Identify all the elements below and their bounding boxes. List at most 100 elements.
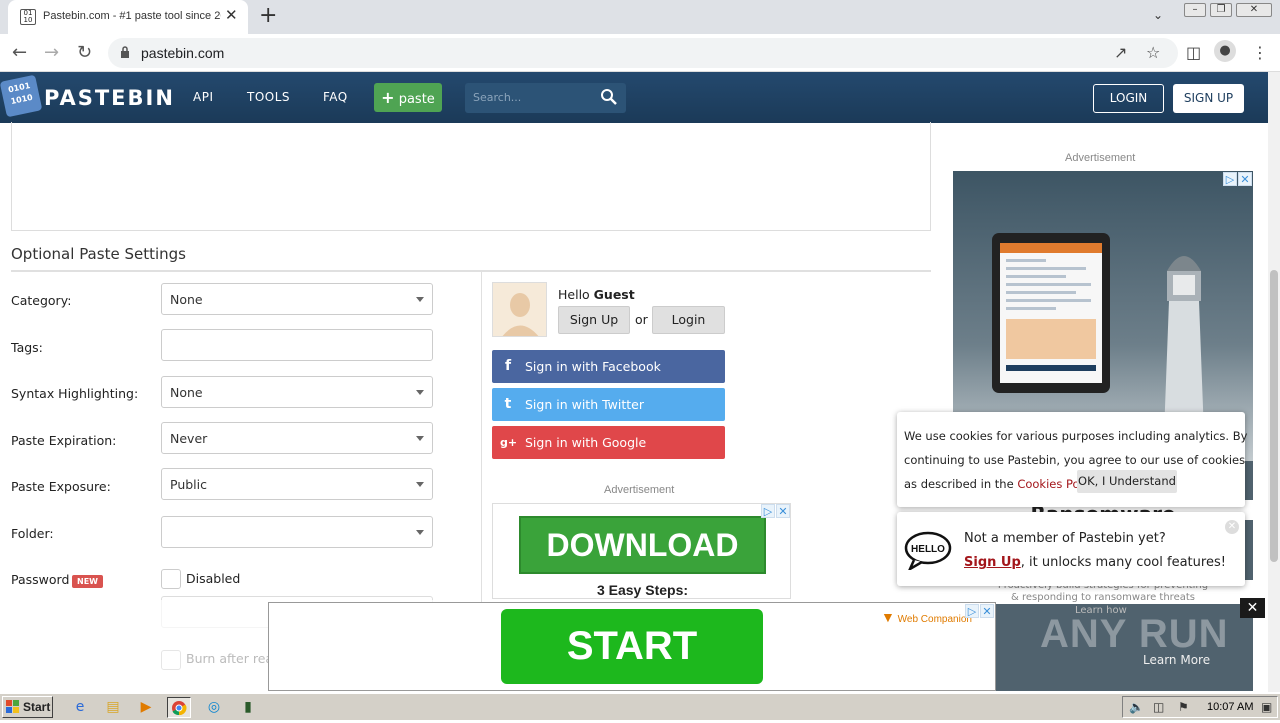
google-signin-button[interactable]: g+ Sign in with Google bbox=[492, 426, 725, 459]
share-icon[interactable]: ↗ bbox=[1114, 43, 1127, 62]
facebook-icon: f bbox=[504, 358, 512, 374]
clock: 10:07 AM bbox=[1207, 701, 1254, 713]
expiration-select[interactable]: Never bbox=[161, 422, 433, 454]
minimize-button[interactable]: – bbox=[1184, 3, 1206, 17]
profile-icon[interactable]: ● bbox=[1214, 40, 1236, 62]
network-icon[interactable]: ◫ bbox=[1153, 700, 1164, 714]
show-desktop-icon[interactable]: ▣ bbox=[1261, 700, 1272, 714]
twitter-icon: t bbox=[504, 396, 512, 412]
window-close-button[interactable]: ✕ bbox=[1236, 3, 1272, 17]
pastebin-logo-icon[interactable]: 0101 1010 bbox=[0, 74, 43, 118]
overlay-close-button[interactable]: ✕ bbox=[1240, 598, 1265, 618]
twitter-signin-button[interactable]: t Sign in with Twitter bbox=[492, 388, 725, 421]
ad-download-button[interactable]: DOWNLOAD bbox=[519, 516, 766, 574]
category-value: None bbox=[170, 292, 203, 307]
search-placeholder: Search... bbox=[473, 91, 522, 104]
exposure-select[interactable]: Public bbox=[161, 468, 433, 500]
app-icon[interactable]: ▮ bbox=[236, 697, 260, 718]
member-signup-link[interactable]: Sign Up bbox=[964, 555, 1021, 570]
back-icon[interactable]: ← bbox=[12, 42, 27, 63]
paste-textarea[interactable] bbox=[11, 122, 931, 231]
reload-icon[interactable]: ↻ bbox=[77, 42, 92, 63]
nav-tools[interactable]: TOOLS bbox=[247, 90, 290, 104]
member-line1: Not a member of Pastebin yet? bbox=[964, 531, 1166, 546]
member-close-icon[interactable]: ✕ bbox=[1225, 520, 1239, 534]
restore-button[interactable]: ❐ bbox=[1210, 3, 1232, 17]
address-bar[interactable]: pastebin.com bbox=[108, 38, 1178, 68]
tablet-line bbox=[1006, 283, 1091, 286]
page-scrollbar[interactable] bbox=[1268, 72, 1280, 692]
google-plus-icon: g+ bbox=[500, 436, 518, 449]
twitter-signin-label: Sign in with Twitter bbox=[525, 397, 644, 412]
expiration-label: Paste Expiration: bbox=[11, 433, 117, 448]
guest-signup-button[interactable]: Sign Up bbox=[558, 306, 630, 334]
volume-icon[interactable]: 🔈 bbox=[1129, 700, 1144, 714]
star-icon[interactable]: ☆ bbox=[1146, 43, 1160, 62]
new-tab-button[interactable]: + bbox=[259, 3, 277, 28]
ad-start-button[interactable]: START bbox=[501, 609, 763, 684]
plus-icon: + bbox=[381, 88, 395, 107]
tab-title: Pastebin.com - #1 paste tool since 2002! bbox=[43, 10, 221, 22]
url-text: pastebin.com bbox=[141, 45, 225, 61]
nav-faq[interactable]: FAQ bbox=[323, 90, 348, 104]
ad-learn-more[interactable]: Learn More bbox=[1143, 653, 1210, 667]
syntax-label: Syntax Highlighting: bbox=[11, 386, 139, 401]
flag-icon[interactable]: ⚑ bbox=[1178, 700, 1189, 714]
site-logo-text[interactable]: PASTEBIN bbox=[44, 86, 175, 110]
hello-bubble-text: HELLO bbox=[911, 544, 945, 555]
dropdown-arrow-icon bbox=[416, 297, 424, 302]
member-line2-text: , it unlocks many cool features! bbox=[1020, 555, 1226, 570]
start-button[interactable]: Start bbox=[2, 696, 53, 718]
member-prompt: HELLO Not a member of Pastebin yet? Sign… bbox=[897, 512, 1245, 586]
browser-tab[interactable]: 01 10 Pastebin.com - #1 paste tool since … bbox=[8, 0, 248, 34]
ad-close-icon[interactable]: ✕ bbox=[980, 604, 994, 618]
chrome-icon[interactable] bbox=[167, 697, 191, 718]
media-icon[interactable]: ▶ bbox=[134, 697, 158, 718]
adchoices-icon[interactable]: ▷ bbox=[761, 504, 775, 518]
adchoices-icon[interactable]: ▷ bbox=[1223, 172, 1237, 186]
edge-icon[interactable]: ◎ bbox=[202, 697, 226, 718]
burn-checkbox[interactable] bbox=[161, 650, 181, 670]
header-login-button[interactable]: LOGIN bbox=[1093, 84, 1164, 113]
menu-icon[interactable]: ⋮ bbox=[1252, 43, 1268, 62]
category-select[interactable]: None bbox=[161, 283, 433, 315]
cookie-accept-button[interactable]: OK, I Understand bbox=[1077, 470, 1177, 493]
guest-avatar-icon bbox=[493, 283, 546, 336]
scrollbar-thumb[interactable] bbox=[1270, 270, 1278, 562]
new-paste-button[interactable]: + paste bbox=[374, 83, 442, 112]
search-icon[interactable] bbox=[600, 88, 618, 106]
tablet-line bbox=[1006, 267, 1086, 270]
tablet-footer bbox=[1006, 365, 1096, 371]
tab-close-icon[interactable]: ✕ bbox=[225, 6, 238, 24]
paste-label: paste bbox=[398, 92, 435, 107]
category-label: Category: bbox=[11, 293, 72, 308]
bottom-overlay-ad[interactable]: START ▼ Web Companion ▷ ✕ bbox=[268, 602, 996, 691]
nav-api[interactable]: API bbox=[193, 90, 213, 104]
tablet-line bbox=[1006, 259, 1046, 262]
facebook-signin-button[interactable]: f Sign in with Facebook bbox=[492, 350, 725, 383]
folder-label: Folder: bbox=[11, 526, 54, 541]
tags-input[interactable] bbox=[161, 329, 433, 361]
divider bbox=[11, 270, 931, 272]
forward-icon[interactable]: → bbox=[44, 42, 59, 63]
web-companion-text: Web Companion bbox=[897, 614, 972, 625]
folder-select[interactable] bbox=[161, 516, 433, 548]
sidebar-icon[interactable]: ◫ bbox=[1186, 43, 1201, 62]
adchoices-icon[interactable]: ▷ bbox=[965, 604, 979, 618]
web-companion-logo: ▼ Web Companion bbox=[881, 609, 972, 625]
search-input[interactable]: Search... bbox=[465, 83, 626, 113]
syntax-select[interactable]: None bbox=[161, 376, 433, 408]
explorer-icon[interactable]: ▤ bbox=[101, 697, 125, 718]
ad-close-icon[interactable]: ✕ bbox=[1238, 172, 1252, 186]
web-companion-icon: ▼ bbox=[881, 609, 895, 625]
download-ad[interactable]: DOWNLOAD 3 Easy Steps: ▷ ✕ bbox=[492, 503, 791, 599]
advertisement-label: Advertisement bbox=[604, 484, 675, 496]
guest-login-button[interactable]: Login bbox=[652, 306, 725, 334]
ad-close-icon[interactable]: ✕ bbox=[776, 504, 790, 518]
header-signup-button[interactable]: SIGN UP bbox=[1173, 84, 1244, 113]
password-checkbox[interactable] bbox=[161, 569, 181, 589]
ie-icon[interactable]: e bbox=[68, 697, 92, 718]
advertisement-label-right: Advertisement bbox=[1065, 152, 1136, 164]
password-checkbox-label: Disabled bbox=[186, 571, 241, 586]
tab-search-chevron-icon[interactable]: ⌄ bbox=[1153, 8, 1163, 22]
